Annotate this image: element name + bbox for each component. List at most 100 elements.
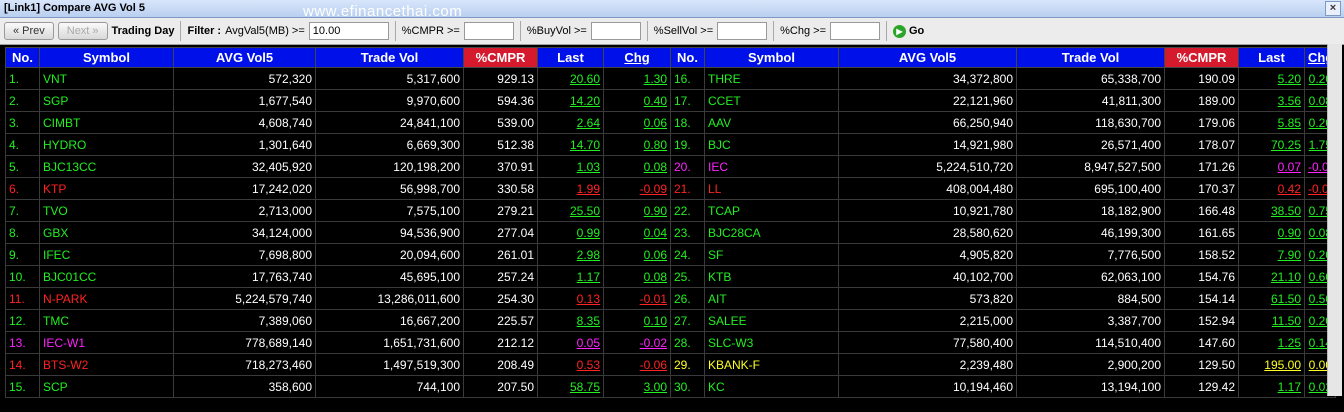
cell-symbol[interactable]: SLC-W3 xyxy=(704,331,839,354)
cell-chg[interactable]: 0.08 xyxy=(603,155,671,178)
cell-last[interactable]: 0.99 xyxy=(537,221,604,244)
cell-last[interactable]: 2.64 xyxy=(537,111,604,134)
cell-last[interactable]: 0.07 xyxy=(1238,155,1305,178)
cell-symbol[interactable]: IEC-W1 xyxy=(39,331,174,354)
cell-symbol[interactable]: AIT xyxy=(704,287,839,310)
cell-chg[interactable]: 0.06 xyxy=(603,243,671,266)
cell-last[interactable]: 0.53 xyxy=(537,353,604,376)
col-header-last[interactable]: Last xyxy=(537,47,604,68)
cell-last[interactable]: 61.50 xyxy=(1238,287,1305,310)
table-row[interactable]: 3. CIMBT 4,608,740 24,841,100 539.00 2.64 0.06… xyxy=(5,111,1336,134)
vertical-scrollbar[interactable] xyxy=(1327,44,1342,396)
cell-last[interactable]: 38.50 xyxy=(1238,199,1305,222)
table-row[interactable]: 14. BTS-W2 718,273,460 1,497,519,300 208.49 0… xyxy=(5,353,1336,376)
cell-chg[interactable]: 0.04 xyxy=(603,221,671,244)
cell-last[interactable]: 14.70 xyxy=(537,133,604,156)
cell-symbol[interactable]: THRE xyxy=(704,67,839,90)
go-button[interactable]: ▶ Go xyxy=(893,24,924,38)
col-header-cmpr[interactable]: %CMPR xyxy=(1164,47,1239,68)
chg-filter-input[interactable] xyxy=(830,22,880,40)
cell-last[interactable]: 0.05 xyxy=(537,331,604,354)
cell-chg[interactable]: 0.40 xyxy=(603,89,671,112)
col-header-trade-vol[interactable]: Trade Vol xyxy=(1016,47,1165,68)
cell-symbol[interactable]: KTB xyxy=(704,265,839,288)
cell-last[interactable]: 11.50 xyxy=(1238,309,1305,332)
cell-symbol[interactable]: VNT xyxy=(39,67,174,90)
table-row[interactable]: 10. BJC01CC 17,763,740 45,695,100 257.24 1.17… xyxy=(5,265,1336,288)
close-icon[interactable]: × xyxy=(1325,1,1341,16)
table-row[interactable]: 2. SGP 1,677,540 9,970,600 594.36 14.20 0.40 17… xyxy=(5,89,1336,112)
sellvol-filter-input[interactable] xyxy=(717,22,768,40)
cell-last[interactable]: 7.90 xyxy=(1238,243,1305,266)
col-header-avg-vol5[interactable]: AVG Vol5 xyxy=(838,47,1017,68)
col-header-avg-vol5[interactable]: AVG Vol5 xyxy=(173,47,316,68)
avgvol-filter-input[interactable] xyxy=(308,22,389,40)
cell-symbol[interactable]: SF xyxy=(704,243,839,266)
cell-last[interactable]: 0.42 xyxy=(1238,177,1305,200)
cell-last[interactable]: 5.20 xyxy=(1238,67,1305,90)
cell-symbol[interactable]: BJC13CC xyxy=(39,155,174,178)
cell-symbol[interactable]: KBANK-F xyxy=(704,353,839,376)
cell-last[interactable]: 1.17 xyxy=(537,265,604,288)
cell-symbol[interactable]: IEC xyxy=(704,155,839,178)
table-row[interactable]: 7. TVO 2,713,000 7,575,100 279.21 25.50 0.90 22… xyxy=(5,199,1336,222)
cell-chg[interactable]: 0.90 xyxy=(603,199,671,222)
table-row[interactable]: 12. TMC 7,389,060 16,667,200 225.57 8.35 0.10 2… xyxy=(5,309,1336,332)
col-header-cmpr[interactable]: %CMPR xyxy=(463,47,538,68)
cell-symbol[interactable]: CIMBT xyxy=(39,111,174,134)
cell-last[interactable]: 1.17 xyxy=(1238,375,1305,398)
cell-symbol[interactable]: TVO xyxy=(39,199,174,222)
cell-chg[interactable]: -0.02 xyxy=(603,331,671,354)
cell-last[interactable]: 14.20 xyxy=(537,89,604,112)
cell-symbol[interactable]: KTP xyxy=(39,177,174,200)
cell-chg[interactable]: -0.01 xyxy=(603,287,671,310)
cell-symbol[interactable]: SGP xyxy=(39,89,174,112)
col-header-trade-vol[interactable]: Trade Vol xyxy=(315,47,464,68)
table-row[interactable]: 6. KTP 17,242,020 56,998,700 330.58 1.99 -0.09… xyxy=(5,177,1336,200)
cell-last[interactable]: 70.25 xyxy=(1238,133,1305,156)
cell-symbol[interactable]: BTS-W2 xyxy=(39,353,174,376)
cell-last[interactable]: 20.60 xyxy=(537,67,604,90)
cell-chg[interactable]: 0.80 xyxy=(603,133,671,156)
table-row[interactable]: 1. VNT 572,320 5,317,600 929.13 20.60 1.30 16. T… xyxy=(5,67,1336,90)
cell-chg[interactable]: -0.06 xyxy=(603,353,671,376)
cell-chg[interactable]: 0.08 xyxy=(603,265,671,288)
cell-symbol[interactable]: IFEC xyxy=(39,243,174,266)
cell-chg[interactable]: 0.06 xyxy=(603,111,671,134)
cell-chg[interactable]: 0.10 xyxy=(603,309,671,332)
cell-symbol[interactable]: SALEE xyxy=(704,309,839,332)
trading-day-label[interactable]: Trading Day xyxy=(112,25,175,37)
col-header-symbol[interactable]: Symbol xyxy=(39,47,174,68)
cell-last[interactable]: 25.50 xyxy=(537,199,604,222)
cell-last[interactable]: 0.90 xyxy=(1238,221,1305,244)
col-header-no[interactable]: No. xyxy=(670,47,705,68)
cell-symbol[interactable]: BJC28CA xyxy=(704,221,839,244)
cell-symbol[interactable]: N-PARK xyxy=(39,287,174,310)
cell-last[interactable]: 58.75 xyxy=(537,375,604,398)
cell-last[interactable]: 1.03 xyxy=(537,155,604,178)
cell-last[interactable]: 1.25 xyxy=(1238,331,1305,354)
cell-symbol[interactable]: BJC xyxy=(704,133,839,156)
table-row[interactable]: 8. GBX 34,124,000 94,536,900 277.04 0.99 0.04 2… xyxy=(5,221,1336,244)
cmpr-filter-input[interactable] xyxy=(463,22,514,40)
cell-symbol[interactable]: TMC xyxy=(39,309,174,332)
next-button[interactable]: Next» xyxy=(57,22,108,40)
table-row[interactable]: 13. IEC-W1 778,689,140 1,651,731,600 212.12 0… xyxy=(5,331,1336,354)
cell-last[interactable]: 21.10 xyxy=(1238,265,1305,288)
cell-symbol[interactable]: LL xyxy=(704,177,839,200)
cell-symbol[interactable]: SCP xyxy=(39,375,174,398)
table-row[interactable]: 4. HYDRO 1,301,640 6,669,300 512.38 14.70 0.80… xyxy=(5,133,1336,156)
cell-chg[interactable]: 1.30 xyxy=(603,67,671,90)
cell-last[interactable]: 0.13 xyxy=(537,287,604,310)
col-header-last[interactable]: Last xyxy=(1238,47,1305,68)
cell-symbol[interactable]: GBX xyxy=(39,221,174,244)
table-row[interactable]: 5. BJC13CC 32,405,920 120,198,200 370.91 1.03… xyxy=(5,155,1336,178)
cell-last[interactable]: 2.98 xyxy=(537,243,604,266)
col-header-chg[interactable]: Chg xyxy=(603,47,671,68)
cell-last[interactable]: 5.85 xyxy=(1238,111,1305,134)
cell-last[interactable]: 8.35 xyxy=(537,309,604,332)
table-row[interactable]: 15. SCP 358,600 744,100 207.50 58.75 3.00 30. KC… xyxy=(5,375,1336,398)
table-row[interactable]: 11. N-PARK 5,224,579,740 13,286,011,600 254.… xyxy=(5,287,1336,310)
table-row[interactable]: 9. IFEC 7,698,800 20,094,600 261.01 2.98 0.06 2… xyxy=(5,243,1336,266)
cell-chg[interactable]: 3.00 xyxy=(603,375,671,398)
